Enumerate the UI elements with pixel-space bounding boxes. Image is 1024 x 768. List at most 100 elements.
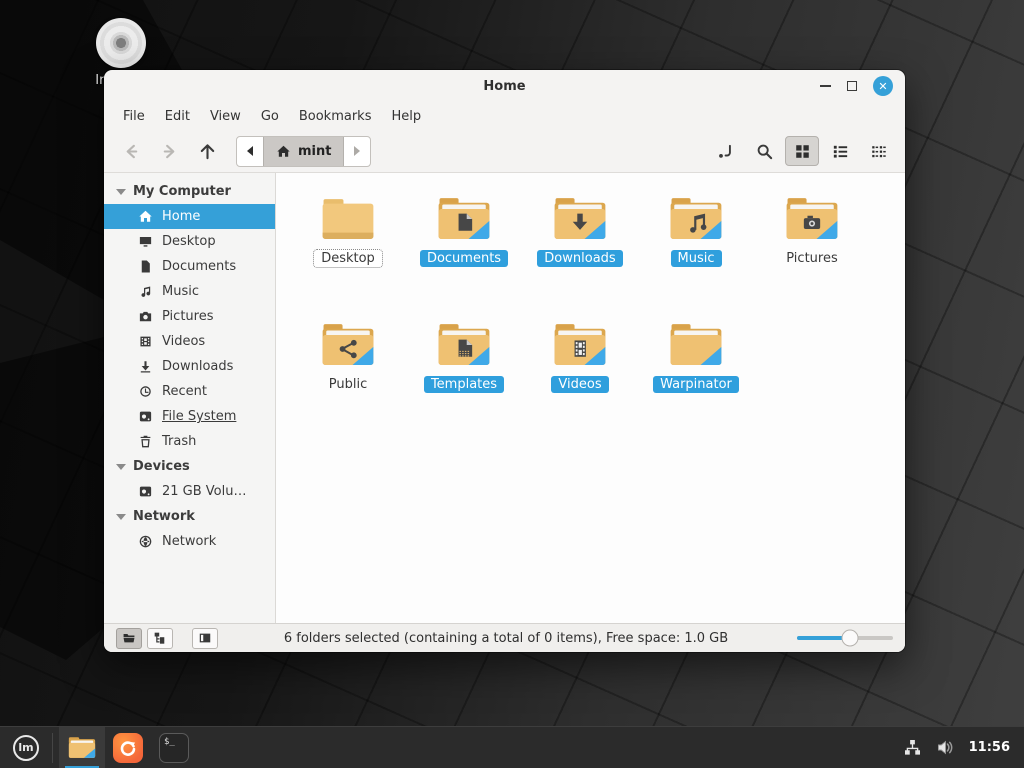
file-manager-icon (67, 735, 97, 760)
sidebar-item-trash[interactable]: Trash (104, 429, 275, 454)
search-button[interactable] (747, 136, 781, 166)
desktop-icon (138, 234, 153, 249)
sidebar-item-file-system[interactable]: File System (104, 404, 275, 429)
show-treeview-button[interactable] (147, 628, 173, 649)
file-item-templates[interactable]: Templates (406, 321, 522, 447)
file-item-videos[interactable]: Videos (522, 321, 638, 447)
maximize-icon (847, 81, 857, 91)
folder-music-icon (667, 195, 725, 243)
sidebar-item-downloads[interactable]: Downloads (104, 354, 275, 379)
folder-downloads-icon (551, 195, 609, 243)
sidebar-header-my-computer[interactable]: My Computer (104, 179, 275, 204)
path-back-arrow[interactable] (237, 137, 263, 166)
hard-drive-icon (138, 484, 153, 499)
chevron-down-icon (116, 464, 126, 470)
status-text: 6 folders selected (containing a total o… (223, 631, 789, 646)
sidebar-header-network[interactable]: Network (104, 504, 275, 529)
trash-icon (138, 434, 153, 449)
sidebar-item-music[interactable]: Music (104, 279, 275, 304)
path-forward-arrow[interactable] (344, 137, 370, 166)
menu-go[interactable]: Go (252, 106, 288, 127)
volume-icon[interactable] (936, 738, 955, 757)
chevron-down-icon (116, 514, 126, 520)
menubar: File Edit View Go Bookmarks Help (104, 102, 905, 130)
folder-icon (319, 195, 377, 243)
network-icon[interactable] (903, 738, 922, 757)
folder-templates-icon (435, 321, 493, 369)
toggle-location-entry-button[interactable] (709, 136, 743, 166)
file-item-music[interactable]: Music (638, 195, 754, 321)
folder-public-icon (319, 321, 377, 369)
taskbar-terminal-button[interactable]: $_ (151, 727, 197, 768)
sidebar-item-videos[interactable]: Videos (104, 329, 275, 354)
home-icon (138, 209, 153, 224)
folder-videos-icon (551, 321, 609, 369)
film-icon (138, 334, 153, 349)
menu-view[interactable]: View (201, 106, 250, 127)
sidebar-item-volume[interactable]: 21 GB Volu… (104, 479, 275, 504)
toolbar: mint (104, 130, 905, 172)
zoom-slider-handle[interactable] (841, 630, 858, 647)
minimize-icon (820, 85, 831, 87)
window-title: Home (104, 79, 905, 94)
zoom-slider[interactable] (797, 636, 893, 640)
taskbar-firefox-button[interactable] (105, 727, 151, 768)
maximize-button[interactable] (847, 81, 857, 91)
hard-drive-icon (138, 409, 153, 424)
sidebar-item-pictures[interactable]: Pictures (104, 304, 275, 329)
clock-icon (138, 384, 153, 399)
music-note-icon (138, 284, 153, 299)
folder-documents-icon (435, 195, 493, 243)
file-view[interactable]: Desktop Documents Downloads Music (276, 173, 905, 623)
titlebar[interactable]: Home ✕ (104, 70, 905, 102)
file-item-public[interactable]: Public (290, 321, 406, 447)
home-icon (276, 144, 291, 159)
sidebar-item-recent[interactable]: Recent (104, 379, 275, 404)
path-segment-home[interactable]: mint (263, 137, 344, 166)
chevron-down-icon (116, 189, 126, 195)
file-item-warpinator[interactable]: Warpinator (638, 321, 754, 447)
icon-view-button[interactable] (785, 136, 819, 166)
list-view-button[interactable] (823, 136, 857, 166)
camera-icon (138, 309, 153, 324)
forward-button[interactable] (152, 136, 186, 166)
taskbar-separator (52, 733, 53, 763)
show-places-button[interactable] (116, 628, 142, 649)
file-item-desktop[interactable]: Desktop (290, 195, 406, 321)
menu-edit[interactable]: Edit (156, 106, 199, 127)
file-item-documents[interactable]: Documents (406, 195, 522, 321)
menu-bookmarks[interactable]: Bookmarks (290, 106, 381, 127)
right-triangle-icon (352, 145, 362, 157)
hide-sidebar-button[interactable] (192, 628, 218, 649)
compact-view-button[interactable] (861, 136, 895, 166)
minimize-button[interactable] (820, 85, 831, 87)
file-manager-window: Home ✕ File Edit View Go Bookmarks Help (104, 70, 905, 652)
sidebar-item-network[interactable]: Network (104, 529, 275, 554)
left-triangle-icon (245, 145, 255, 157)
file-item-downloads[interactable]: Downloads (522, 195, 638, 321)
system-tray: 11:56 (903, 738, 1024, 757)
firefox-icon (113, 733, 143, 763)
back-button[interactable] (114, 136, 148, 166)
sidebar-item-desktop[interactable]: Desktop (104, 229, 275, 254)
statusbar: 6 folders selected (containing a total o… (104, 623, 905, 652)
close-button[interactable]: ✕ (873, 76, 893, 96)
sidebar-item-home[interactable]: Home (104, 204, 275, 229)
mint-menu-button[interactable]: lm (0, 727, 52, 768)
document-icon (138, 259, 153, 274)
menu-help[interactable]: Help (382, 106, 430, 127)
terminal-icon: $_ (159, 733, 189, 763)
sidebar-item-documents[interactable]: Documents (104, 254, 275, 279)
cd-disc-icon (96, 18, 146, 68)
menu-file[interactable]: File (114, 106, 154, 127)
sidebar: My Computer Home Desktop Documents Music (104, 173, 276, 623)
mint-logo-icon: lm (13, 735, 39, 761)
taskbar-files-button[interactable] (59, 727, 105, 768)
clock[interactable]: 11:56 (969, 740, 1010, 755)
path-bar: mint (236, 136, 371, 167)
up-button[interactable] (190, 136, 224, 166)
folder-pictures-icon (783, 195, 841, 243)
sidebar-header-devices[interactable]: Devices (104, 454, 275, 479)
desktop: Install... Home ✕ File Edit View Go Book… (0, 0, 1024, 768)
file-item-pictures[interactable]: Pictures (754, 195, 870, 321)
